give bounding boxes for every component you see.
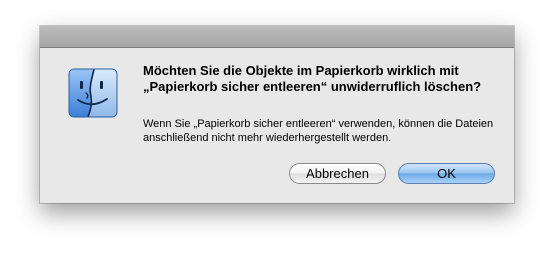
screen: Möchten Sie die Objekte im Papierkorb wi…: [0, 0, 554, 258]
dialog-message: Wenn Sie „Papierkorb sicher entleeren“ v…: [143, 118, 494, 144]
dialog-titlebar: [40, 26, 514, 48]
cancel-button[interactable]: Abbrechen: [289, 163, 386, 184]
finder-icon: [67, 67, 119, 119]
alert-dialog: Möchten Sie die Objekte im Papierkorb wi…: [40, 26, 514, 203]
dialog-heading: Möchten Sie die Objekte im Papierkorb wi…: [143, 63, 482, 94]
ok-button[interactable]: OK: [398, 163, 495, 184]
